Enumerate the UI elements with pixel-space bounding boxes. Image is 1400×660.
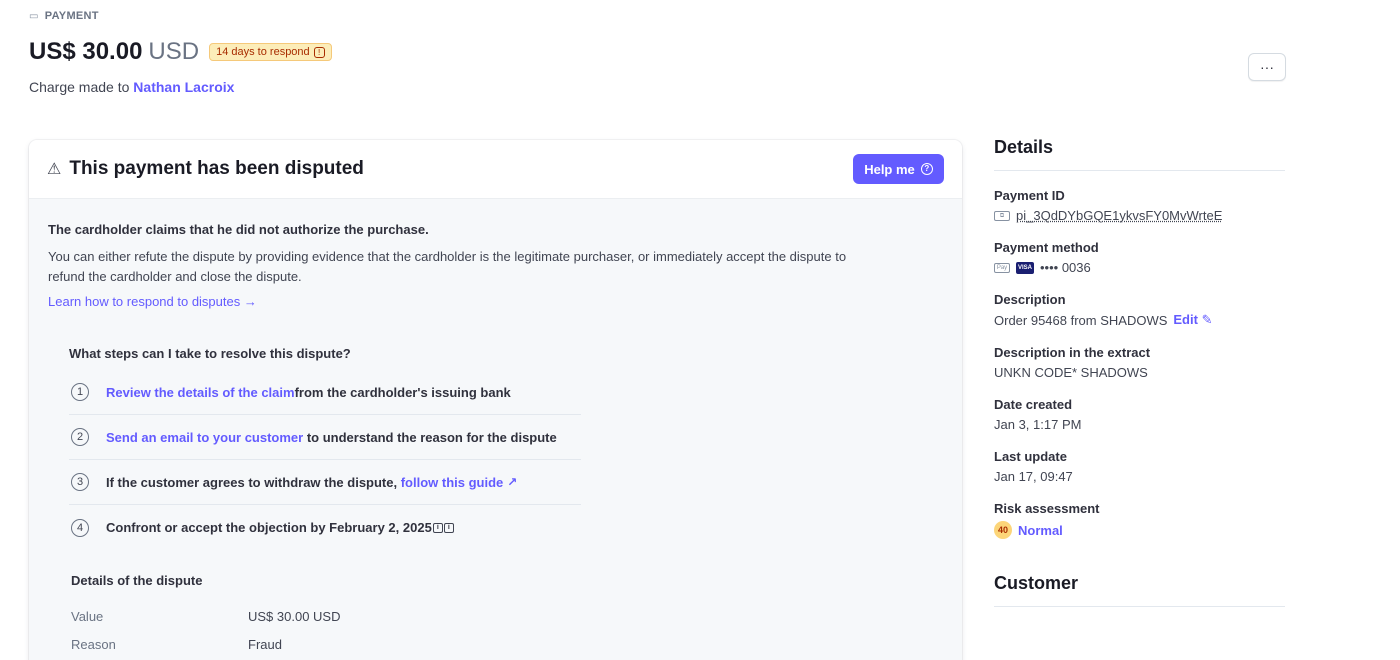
edit-description-link[interactable]: Edit ✎ <box>1173 312 1212 328</box>
card-last4: •••• 0036 <box>1040 260 1091 275</box>
breadcrumb: ▭ PAYMENT <box>29 10 99 22</box>
payment-id-value[interactable]: pi_3QdDYbGQE1ykvsFY0MvWrteE <box>1016 208 1222 223</box>
description-value: Order 95468 from SHADOWS <box>994 312 1168 328</box>
review-claim-link[interactable]: Review the details of the claim <box>106 385 295 400</box>
field-value-row: 40 Normal <box>994 521 1285 539</box>
charge-line: Charge made to Nathan Lacroix <box>29 79 234 95</box>
pencil-icon: ✎ <box>1201 312 1213 327</box>
customer-link[interactable]: Nathan Lacroix <box>133 79 234 95</box>
help-me-button[interactable]: Help me ? <box>853 154 944 184</box>
info-icon[interactable]: i <box>443 522 454 533</box>
dispute-claim: The cardholder claims that he did not au… <box>48 222 429 237</box>
step-text: If the customer agrees to withdraw the d… <box>106 474 401 490</box>
external-link-icon[interactable]: ↗ <box>507 475 517 489</box>
date-created-field: Date created Jan 3, 1:17 PM <box>994 397 1285 432</box>
breadcrumb-label: PAYMENT <box>44 10 99 22</box>
details-heading: Details <box>994 137 1285 171</box>
payment-card-icon: ▭ <box>29 10 39 22</box>
payment-method-field: Payment method Pay VISA •••• 0036 <box>994 240 1285 275</box>
field-value-row: Pay VISA •••• 0036 <box>994 260 1285 275</box>
step-4: 4 Confront or accept the objection by Fe… <box>69 505 581 550</box>
dispute-details-title: Details of the dispute <box>71 573 203 588</box>
dispute-card: ⚠ This payment has been disputed Help me… <box>29 140 962 660</box>
steps-list: 1 Review the details of the claim from t… <box>69 370 581 550</box>
detail-label: Value <box>71 609 104 624</box>
extract-field: Description in the extract UNKN CODE* SH… <box>994 345 1285 380</box>
step-text: from the cardholder's issuing bank <box>294 384 511 400</box>
payment-currency: USD <box>148 38 200 65</box>
detail-label: Reason <box>71 637 116 652</box>
dispute-detail-row: Value US$ 30.00 USD <box>71 609 341 624</box>
step-1: 1 Review the details of the claim from t… <box>69 370 581 415</box>
risk-level-link[interactable]: Normal <box>1018 523 1063 538</box>
field-label: Payment method <box>994 240 1099 255</box>
step-number: 1 <box>71 383 89 401</box>
risk-field: Risk assessment 40 Normal <box>994 501 1285 539</box>
step-number: 3 <box>71 473 89 491</box>
description-field: Description Order 95468 from SHADOWS Edi… <box>994 292 1285 328</box>
step-text: Confront or accept the objection by Febr… <box>106 520 432 535</box>
date-created-value: Jan 3, 1:17 PM <box>994 417 1082 432</box>
charge-prefix: Charge made to <box>29 79 130 95</box>
copy-icon[interactable]: ⧉ <box>994 210 1010 221</box>
field-label: Description in the extract <box>994 345 1151 360</box>
step-3: 3 If the customer agrees to withdraw the… <box>69 460 581 505</box>
dispute-title: ⚠ This payment has been disputed <box>47 158 364 180</box>
amount-row: US$ 30.00 USD 14 days to respond ! <box>29 38 332 66</box>
respond-deadline-badge: 14 days to respond ! <box>209 43 332 61</box>
info-icon[interactable]: ! <box>313 46 325 58</box>
dispute-title-text: This payment has been disputed <box>69 158 364 179</box>
follow-guide-link[interactable]: follow this guide <box>401 475 504 490</box>
payment-amount: US$ 30.00 <box>29 38 143 65</box>
dispute-card-header: ⚠ This payment has been disputed Help me… <box>29 140 962 199</box>
edit-label: Edit <box>1173 312 1198 327</box>
dispute-detail-row: Reason Fraud <box>71 637 282 652</box>
field-value-row: ⧉ pi_3QdDYbGQE1ykvsFY0MvWrteE <box>994 208 1285 223</box>
field-label: Risk assessment <box>994 501 1100 516</box>
steps-title: What steps can I take to resolve this di… <box>69 346 351 361</box>
wallet-icon: Pay <box>994 262 1010 273</box>
more-actions-button[interactable]: ··· <box>1248 53 1286 81</box>
dispute-description: You can either refute the dispute by pro… <box>48 249 847 284</box>
learn-disputes-link[interactable]: Learn how to respond to disputes → <box>48 294 257 309</box>
customer-heading: Customer <box>994 573 1285 607</box>
risk-score-badge: 40 <box>994 521 1012 539</box>
extract-value: UNKN CODE* SHADOWS <box>994 365 1148 380</box>
question-icon: ? <box>920 163 933 175</box>
details-panel: Details Payment ID ⧉ pi_3QdDYbGQE1ykvsFY… <box>994 137 1285 607</box>
field-value-row: Order 95468 from SHADOWS Edit ✎ <box>994 312 1285 328</box>
field-label: Payment ID <box>994 188 1065 203</box>
step-number: 4 <box>71 518 89 537</box>
step-2: 2 Send an email to your customer to unde… <box>69 415 581 460</box>
last-update-field: Last update Jan 17, 09:47 <box>994 449 1285 484</box>
step-number: 2 <box>71 428 89 446</box>
last-update-value: Jan 17, 09:47 <box>994 469 1073 484</box>
field-label: Description <box>994 292 1066 307</box>
warning-icon: ⚠ <box>47 161 62 178</box>
email-customer-link[interactable]: Send an email to your customer <box>106 430 303 445</box>
info-icon[interactable]: i <box>432 522 443 533</box>
payment-id-field: Payment ID ⧉ pi_3QdDYbGQE1ykvsFY0MvWrteE <box>994 188 1285 223</box>
visa-icon: VISA <box>1016 261 1034 274</box>
help-me-label: Help me <box>864 161 915 177</box>
badge-label: 14 days to respond <box>216 46 310 58</box>
field-label: Last update <box>994 449 1067 464</box>
step-text: to understand the reason for the dispute <box>303 429 557 445</box>
field-label: Date created <box>994 397 1073 412</box>
detail-value: US$ 30.00 USD <box>248 609 341 624</box>
dispute-reason-link[interactable]: Fraud <box>248 637 282 652</box>
